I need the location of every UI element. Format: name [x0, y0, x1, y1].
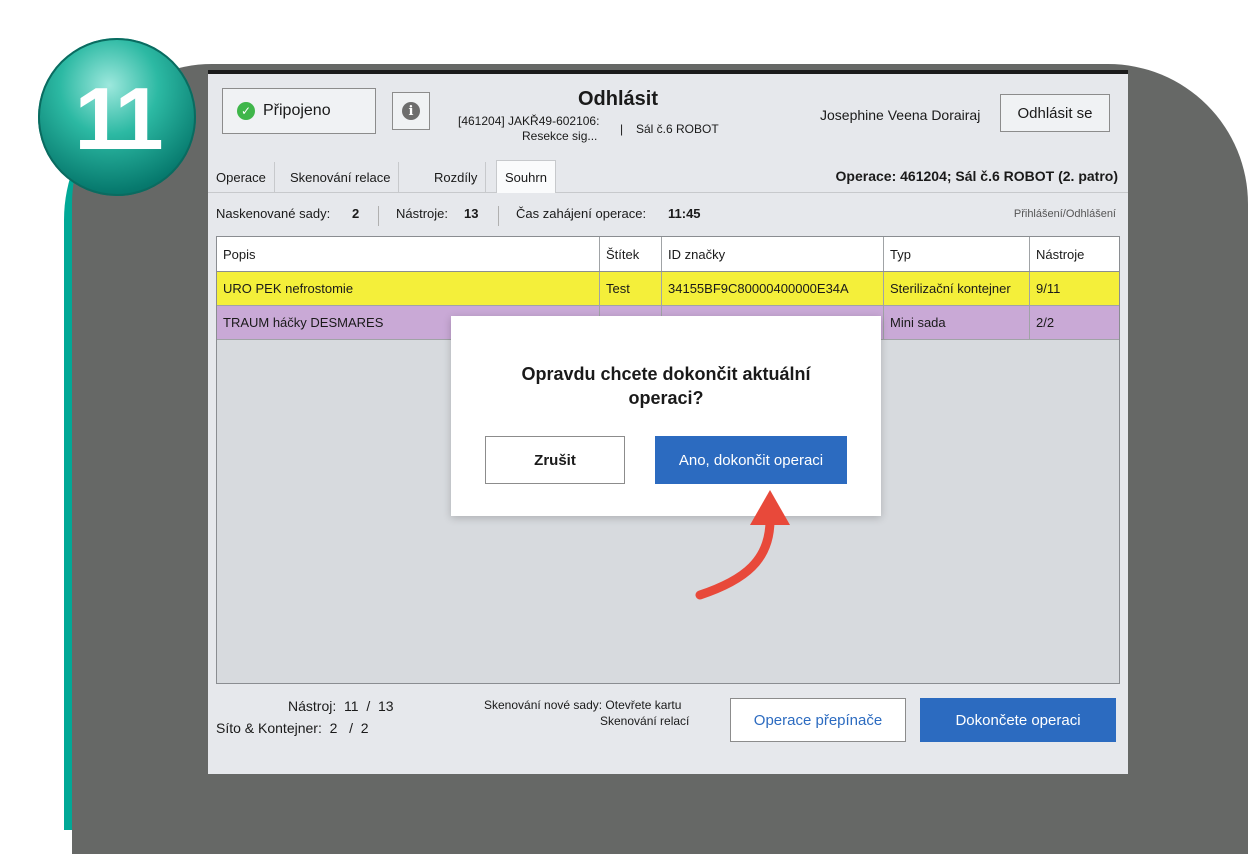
col-typ[interactable]: Typ: [883, 237, 1029, 271]
switch-operation-button[interactable]: Operace přepínače: [730, 698, 906, 742]
dialog-question-line1: Opravdu chcete dokončit aktuální: [521, 364, 811, 384]
operation-info-line1: [461204] JAKŘ49-602106:: [458, 114, 600, 128]
confirm-dialog: Opravdu chcete dokončit aktuální operaci…: [451, 316, 881, 516]
confirm-finish-button[interactable]: Ano, dokončit operaci: [655, 436, 847, 484]
divider: [378, 206, 379, 226]
app-screen: ✓ Připojeno i Odhlásit [461204] JAKŘ49-6…: [208, 70, 1128, 774]
arrow-pointer-icon: [695, 490, 790, 600]
cell-typ: Sterilizační kontejner: [883, 272, 1029, 305]
step-number: 11: [74, 69, 163, 168]
cell-nastroje: 9/11: [1029, 272, 1119, 305]
tools-value: 13: [464, 206, 479, 221]
cell-popis: URO PEK nefrostomie: [223, 281, 354, 296]
tab-operace[interactable]: Operace: [208, 162, 275, 192]
tool-count: Nástroj: 11 / 13: [288, 698, 394, 714]
cell-stitek: Test: [599, 272, 661, 305]
header-separator: |: [620, 122, 624, 136]
col-stitek[interactable]: Štítek: [599, 237, 661, 271]
user-name: Josephine Veena Dorairaj: [820, 107, 981, 123]
scan-hint-line1: Skenování nové sady: Otevřete kartu: [484, 698, 682, 712]
page-title: Odhlásit: [578, 88, 659, 110]
login-logout-link[interactable]: Přihlášení/Odhlášení: [1014, 208, 1116, 220]
connection-label: Připojeno: [263, 102, 331, 119]
tools-label: Nástroje:: [396, 206, 449, 221]
dialog-question-line2: operaci?: [628, 388, 704, 408]
divider: [498, 206, 499, 226]
set-count: Síto & Kontejner: 2 / 2: [216, 720, 369, 736]
sets-label: Naskenované sady:: [216, 206, 331, 221]
logout-button[interactable]: Odhlásit se: [1000, 94, 1110, 132]
info-icon: i: [402, 102, 420, 120]
info-button[interactable]: i: [392, 92, 430, 130]
cell-nastroje: 2/2: [1029, 306, 1119, 339]
start-label: Čas zahájení operace:: [516, 206, 647, 221]
start-value: 11:45: [668, 206, 701, 221]
check-icon: ✓: [237, 102, 255, 120]
cell-id: 34155BF9C80000400000E34A: [661, 272, 883, 305]
operation-info-line2: Resekce sig...: [522, 129, 598, 143]
col-id-znacky[interactable]: ID značky: [661, 237, 883, 271]
top-bar: ✓ Připojeno i Odhlásit [461204] JAKŘ49-6…: [208, 74, 1128, 158]
cancel-button[interactable]: Zrušit: [485, 436, 625, 484]
cell-typ: Mini sada: [883, 306, 1029, 339]
sets-value: 2: [352, 206, 360, 221]
connection-status-button[interactable]: ✓ Připojeno: [222, 88, 376, 134]
stats-bar: Naskenované sady: 2 Nástroje: 13 Čas zah…: [208, 198, 1128, 226]
table-header: Popis Štítek ID značky Typ Nástroje: [217, 237, 1119, 272]
room-label: Sál č.6 ROBOT: [636, 122, 719, 136]
step-number-badge: 11: [38, 38, 196, 196]
tab-souhrn[interactable]: Souhrn: [496, 160, 556, 193]
table-row[interactable]: URO PEK nefrostomie Test 34155BF9C800004…: [217, 272, 1119, 306]
finish-operation-button[interactable]: Dokončete operaci: [920, 698, 1116, 742]
tab-rozdily[interactable]: Rozdíly: [426, 162, 487, 192]
dialog-question: Opravdu chcete dokončit aktuální operaci…: [451, 362, 881, 410]
col-popis[interactable]: Popis: [217, 237, 599, 271]
tab-skenovani-relace[interactable]: Skenování relace: [282, 162, 400, 192]
col-nastroje[interactable]: Nástroje: [1029, 237, 1119, 271]
operation-header: Operace: 461204; Sál č.6 ROBOT (2. patro…: [835, 168, 1118, 184]
footer-bar: Nástroj: 11 / 13 Síto & Kontejner: 2 / 2…: [208, 684, 1128, 774]
scan-hint-line2: Skenování relací: [600, 714, 690, 728]
